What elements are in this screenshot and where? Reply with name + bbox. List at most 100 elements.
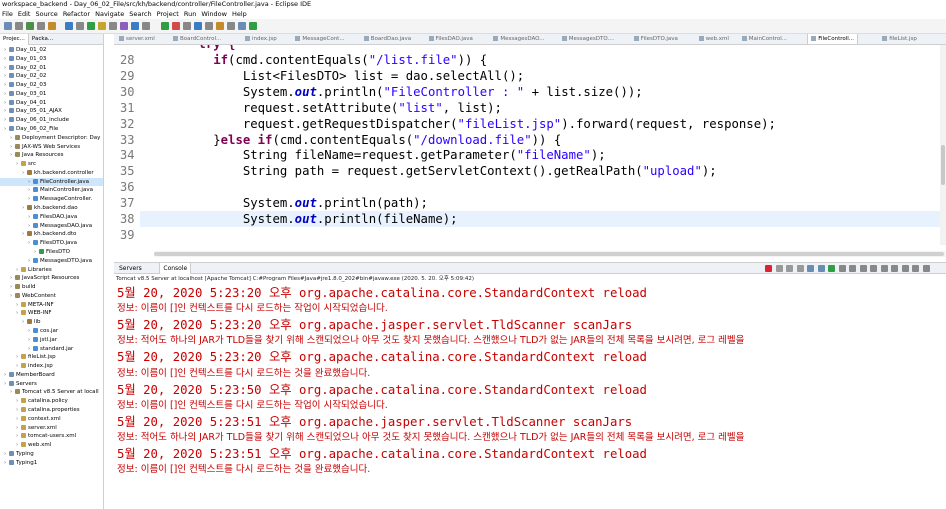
tree-expand-icon[interactable]: › — [28, 213, 32, 222]
console-tab-console[interactable]: Console — [159, 263, 192, 274]
tree-item[interactable]: › Servers — [0, 380, 103, 389]
tree-item[interactable]: › Day_05_01_AJAX — [0, 107, 103, 116]
tree-expand-icon[interactable]: › — [16, 424, 20, 433]
left-tab-0[interactable]: Projec... — [0, 34, 29, 45]
tree-expand-icon[interactable]: › — [16, 397, 20, 406]
console-toolbar-icon[interactable] — [765, 265, 772, 272]
tree-expand-icon[interactable]: › — [10, 292, 14, 301]
editor-tab[interactable]: MainControl... — [739, 34, 790, 44]
tree-item[interactable]: › tomcat-users.xml — [0, 432, 103, 441]
console-tab-servers[interactable]: Servers — [116, 263, 145, 274]
tree-item[interactable]: › jstl.jar — [0, 336, 103, 345]
tree-item[interactable]: › Day_06_01_include — [0, 116, 103, 125]
tree-item[interactable]: › FileController.java — [0, 177, 103, 187]
editor-tab[interactable]: FileControll... — [807, 34, 859, 44]
tree-expand-icon[interactable]: › — [4, 450, 8, 459]
toolbar-button-icon[interactable] — [87, 22, 95, 30]
editor-tab[interactable]: MessagesDTO.... — [559, 34, 618, 44]
console-toolbar-icon[interactable] — [838, 265, 846, 272]
tree-item[interactable]: › MemberBoard — [0, 371, 103, 380]
console-toolbar-icon[interactable] — [828, 265, 835, 272]
editor-tab[interactable]: MessageCont... — [292, 34, 347, 44]
menu-item-window[interactable]: Window — [201, 9, 227, 19]
tree-expand-icon[interactable]: › — [16, 362, 20, 371]
tree-expand-icon[interactable]: › — [10, 283, 14, 292]
toolbar-button-icon[interactable] — [15, 22, 23, 30]
toolbar-button-icon[interactable] — [65, 22, 73, 30]
toolbar-button-icon[interactable] — [131, 22, 139, 30]
toolbar-button-icon[interactable] — [142, 22, 150, 30]
tree-expand-icon[interactable]: › — [4, 459, 8, 468]
tree-item[interactable]: › catalina.properties — [0, 406, 103, 415]
tree-expand-icon[interactable]: › — [22, 204, 26, 213]
tree-item[interactable]: › MessagesDAO.java — [0, 222, 103, 231]
tree-item[interactable]: › kh.backend.controller — [0, 169, 103, 178]
tree-item[interactable]: › context.xml — [0, 415, 103, 424]
console-toolbar-icon[interactable] — [817, 265, 825, 272]
toolbar-button-icon[interactable] — [109, 22, 117, 30]
editor-tab[interactable]: fileList.jsp — [879, 34, 920, 44]
menu-item-run[interactable]: Run — [184, 9, 196, 19]
editor-hscroll-thumb[interactable] — [154, 252, 944, 256]
toolbar-button-icon[interactable] — [249, 22, 257, 30]
console-toolbar-icon[interactable] — [796, 265, 804, 272]
editor-tab[interactable]: BoardDao.java — [361, 34, 414, 44]
editor-tab[interactable]: BoardControl... — [170, 34, 224, 44]
tree-expand-icon[interactable]: › — [28, 239, 32, 248]
tree-expand-icon[interactable]: › — [28, 178, 32, 187]
tree-expand-icon[interactable]: › — [4, 72, 8, 81]
tree-item[interactable]: › Day_04_01 — [0, 99, 103, 108]
tree-item[interactable]: › MessagesDTO.java — [0, 257, 103, 266]
tree-item[interactable]: › WEB-INF — [0, 309, 103, 318]
toolbar-button-icon[interactable] — [227, 22, 235, 30]
menu-item-source[interactable]: Source — [35, 9, 57, 19]
tree-item[interactable]: › Day_02_01 — [0, 64, 103, 73]
tree-item[interactable]: › kh.backend.dto — [0, 230, 103, 239]
tree-expand-icon[interactable]: › — [4, 99, 8, 108]
tree-item[interactable]: › Day_01_02 — [0, 46, 103, 55]
tree-expand-icon[interactable]: › — [22, 230, 26, 239]
editor-tab[interactable]: server.xml — [116, 34, 158, 44]
console-toolbar-icon[interactable] — [891, 265, 898, 272]
tree-item[interactable]: › src — [0, 160, 103, 169]
menu-item-navigate[interactable]: Navigate — [95, 9, 124, 19]
tree-item[interactable]: › cos.jar — [0, 327, 103, 336]
tree-item[interactable]: › standard.jar — [0, 345, 103, 354]
toolbar-button-icon[interactable] — [205, 22, 213, 30]
console-toolbar-icon[interactable] — [912, 265, 919, 272]
tree-expand-icon[interactable]: › — [10, 388, 14, 397]
tree-item[interactable]: › catalina.policy — [0, 397, 103, 406]
tree-item[interactable]: › Libraries — [0, 266, 103, 275]
left-tab-1[interactable]: Packa... — [29, 34, 56, 45]
tree-item[interactable]: › lib — [0, 318, 103, 327]
tree-expand-icon[interactable]: › — [4, 90, 8, 99]
menu-item-project[interactable]: Project — [157, 9, 179, 19]
tree-item[interactable]: › WebContent — [0, 292, 103, 301]
editor-tab[interactable]: MessagesDAO... — [490, 34, 547, 44]
toolbar-button-icon[interactable] — [26, 22, 34, 30]
tree-item[interactable]: › FilesDTO — [0, 248, 103, 257]
tree-expand-icon[interactable]: › — [4, 380, 8, 389]
tree-item[interactable]: › MainController.java — [0, 186, 103, 195]
tree-item[interactable]: › Java Resources — [0, 151, 103, 160]
tree-expand-icon[interactable]: › — [10, 134, 14, 143]
code-area[interactable]: try {28 if(cmd.contentEquals("/list.file… — [114, 45, 946, 257]
tree-item[interactable]: › Tomcat v8.5 Server at locall — [0, 388, 103, 397]
tree-expand-icon[interactable]: › — [28, 257, 32, 266]
tree-item[interactable]: › kh.backend.dao — [0, 204, 103, 213]
editor-tab[interactable]: web.xml — [696, 34, 732, 44]
tree-expand-icon[interactable]: › — [28, 222, 32, 231]
tree-expand-icon[interactable]: › — [28, 345, 32, 354]
toolbar-button-icon[interactable] — [216, 22, 224, 30]
tree-expand-icon[interactable]: › — [28, 186, 32, 195]
console-toolbar-icon[interactable] — [807, 265, 814, 272]
tree-item[interactable]: › FilesDAO.java — [0, 213, 103, 222]
editor-vertical-scrollbar[interactable] — [940, 45, 946, 245]
console-output[interactable]: 5월 20, 2020 5:23:20 오후 org.apache.catali… — [114, 285, 946, 505]
editor-tab[interactable]: FilesDAO.java — [426, 34, 476, 44]
tree-expand-icon[interactable]: › — [10, 274, 14, 283]
tree-expand-icon[interactable]: › — [22, 169, 26, 178]
toolbar-button-icon[interactable] — [172, 22, 180, 30]
tree-expand-icon[interactable]: › — [16, 441, 20, 450]
tree-item[interactable]: › MessageController. — [0, 195, 103, 204]
